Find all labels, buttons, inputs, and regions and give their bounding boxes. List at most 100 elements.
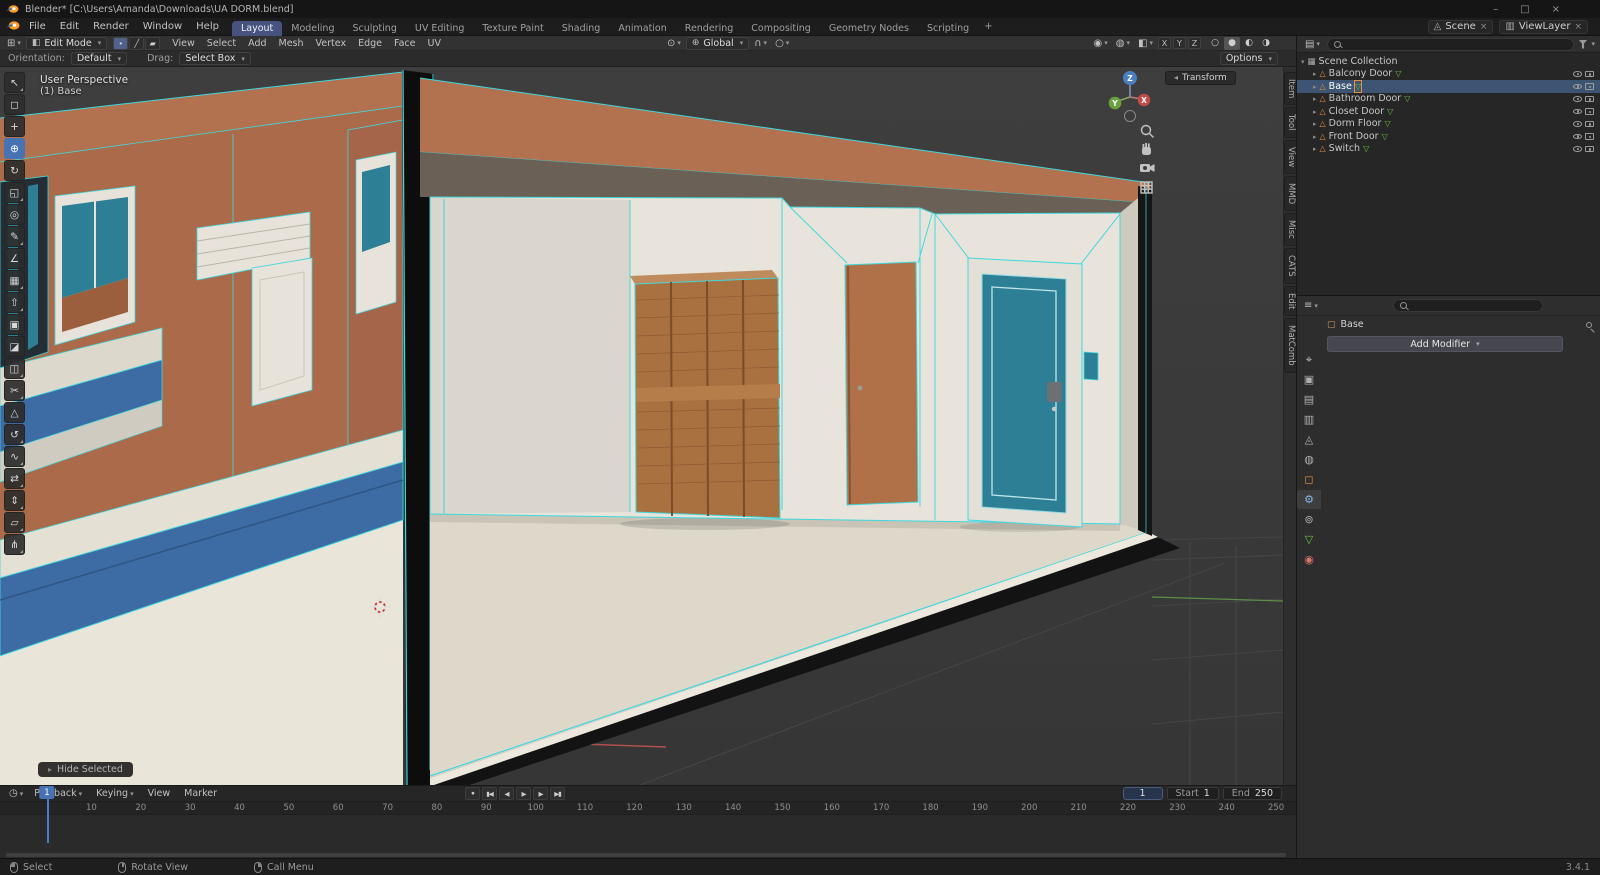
playback-menu[interactable]: Playback [28,788,88,799]
closet-doors[interactable] [630,270,781,519]
orientation-dropdown[interactable]: Global [685,36,750,50]
viewport-menu[interactable]: Edge [352,38,388,49]
gizmo-z-label[interactable]: Z [1127,74,1133,83]
properties-tab[interactable]: ▥ [1297,410,1321,429]
tool-button[interactable]: ▱ [4,512,25,533]
viewport-menu[interactable]: Select [201,38,242,49]
transform-panel-toggle[interactable]: Transform [1165,71,1236,85]
properties-tab[interactable]: ▽ [1297,530,1321,549]
operator-panel[interactable]: Hide Selected [38,762,133,777]
disable-viewport-icon[interactable] [1585,108,1594,115]
tool-button[interactable]: ◫ [4,358,25,379]
npanel-tab[interactable]: View [1284,139,1296,175]
disable-viewport-icon[interactable] [1585,120,1594,127]
expand-icon[interactable] [1313,131,1317,142]
bathroom-door[interactable] [844,261,919,506]
filter-caret-icon[interactable]: ▾ [1591,40,1595,48]
hide-viewport-icon[interactable] [1573,146,1582,152]
npanel-tab[interactable]: Edit [1284,285,1296,317]
tool-button[interactable]: ↺ [4,424,25,445]
properties-tab[interactable]: ⊚ [1297,510,1321,529]
outliner-object-row[interactable]: Balcony Door [1297,68,1600,81]
properties-tab[interactable]: ◬ [1297,430,1321,449]
outliner-search[interactable] [1326,37,1575,51]
disable-viewport-icon[interactable] [1585,145,1594,152]
edge-select-icon[interactable]: ╱ [129,36,145,50]
expand-icon[interactable] [1313,106,1317,117]
viewport-menu[interactable]: Vertex [310,38,353,49]
filter-icon[interactable] [1578,39,1588,49]
workspace-tab[interactable]: Modeling [282,21,343,36]
transport-button[interactable]: ◀ [498,787,514,800]
hide-viewport-icon[interactable] [1573,83,1582,89]
gizmo-toggle-icon[interactable]: ◉ [1091,38,1111,49]
expand-icon[interactable] [1313,81,1317,92]
face-select-icon[interactable]: ▰ [145,36,161,50]
workspace-tab[interactable]: Layout [231,20,283,36]
workspace-tab[interactable]: Animation [609,21,675,36]
scene-selector[interactable]: ◬ Scene × [1427,19,1494,34]
npanel-tab[interactable]: Item [1284,72,1296,106]
rendered-shading-icon[interactable]: ◑ [1258,37,1274,50]
topbar-menu[interactable]: Help [189,20,226,33]
playhead[interactable] [47,799,49,843]
vertex-select-icon[interactable]: ∙ [113,36,129,50]
tool-button[interactable]: ∿ [4,446,25,467]
viewport-menu[interactable]: UV [421,38,446,49]
tool-button[interactable]: + [4,116,25,137]
left-building[interactable] [0,71,404,785]
outliner-editor-icon[interactable]: ▤ [1302,39,1323,50]
material-shading-icon[interactable]: ◐ [1241,37,1257,50]
tool-button[interactable]: △ [4,402,25,423]
properties-tab[interactable]: ◉ [1297,550,1321,569]
expand-icon[interactable] [1313,118,1317,129]
disable-viewport-icon[interactable] [1585,70,1594,77]
drag-value-dropdown[interactable]: Select Box [179,52,251,65]
npanel-tab[interactable]: Tool [1284,107,1296,138]
maximize-button[interactable]: □ [1520,4,1529,15]
tool-button[interactable]: ↻ [4,160,25,181]
viewport-menu[interactable]: View [166,38,201,49]
hide-viewport-icon[interactable] [1573,108,1582,114]
wireframe-shading-icon[interactable]: ○ [1207,37,1223,50]
timeline-track[interactable] [0,815,1296,859]
mirror-z-button[interactable]: Z [1188,37,1201,49]
tool-button[interactable]: ✂ [4,380,25,401]
transport-button[interactable]: ▶▮ [549,787,565,800]
workspace-tab[interactable]: Sculpting [343,21,405,36]
mirror-x-button[interactable]: X [1158,37,1171,49]
front-door[interactable] [967,257,1083,528]
expand-icon[interactable] [1313,143,1317,154]
outliner-object-row[interactable]: Bathroom Door [1297,93,1600,106]
npanel-tab[interactable]: MMD [1284,176,1296,212]
playhead-frame-badge[interactable]: 1 [39,786,55,799]
minimize-button[interactable]: – [1493,4,1498,15]
workspace-tab[interactable]: Geometry Nodes [820,21,918,36]
npanel-tab[interactable]: CATS [1284,248,1296,284]
viewport-menu[interactable]: Add [242,38,272,49]
add-modifier-button[interactable]: Add Modifier [1327,336,1563,352]
outliner-object-row[interactable]: Switch [1297,143,1600,156]
xray-toggle-icon[interactable]: ◧ [1135,38,1156,49]
workspace-tab[interactable]: Texture Paint [473,21,552,36]
properties-tab[interactable]: ⌖ [1297,350,1321,369]
workspace-tab[interactable]: Scripting [918,21,978,36]
timeline-editor-icon[interactable]: ◷ [6,788,26,799]
properties-search-input[interactable] [1410,300,1536,311]
snap-magnet-icon[interactable]: ∩ [751,38,770,49]
properties-tab[interactable]: ⚙ [1297,490,1321,509]
expand-icon[interactable] [1313,93,1317,104]
pan-hand-icon[interactable] [1142,143,1151,155]
pin-icon[interactable] [1586,321,1592,328]
add-workspace-button[interactable]: + [978,21,998,32]
timeline-ruler[interactable]: 10 20 30 40 50 60 70 80 90 100 110 120 130 140 150 160 1… [0,802,1296,815]
close-button[interactable]: × [1552,4,1560,15]
workspace-tab[interactable]: Compositing [742,21,820,36]
tool-button[interactable]: ◱ [4,182,25,203]
tool-button[interactable]: ✎ [4,226,25,247]
properties-tab[interactable]: ▤ [1297,390,1321,409]
scene-unlink-icon[interactable]: × [1480,22,1488,32]
tool-button[interactable]: ▦ [4,270,25,291]
marker-menu[interactable]: Marker [178,788,223,799]
outliner-object-row[interactable]: Closet Door [1297,105,1600,118]
